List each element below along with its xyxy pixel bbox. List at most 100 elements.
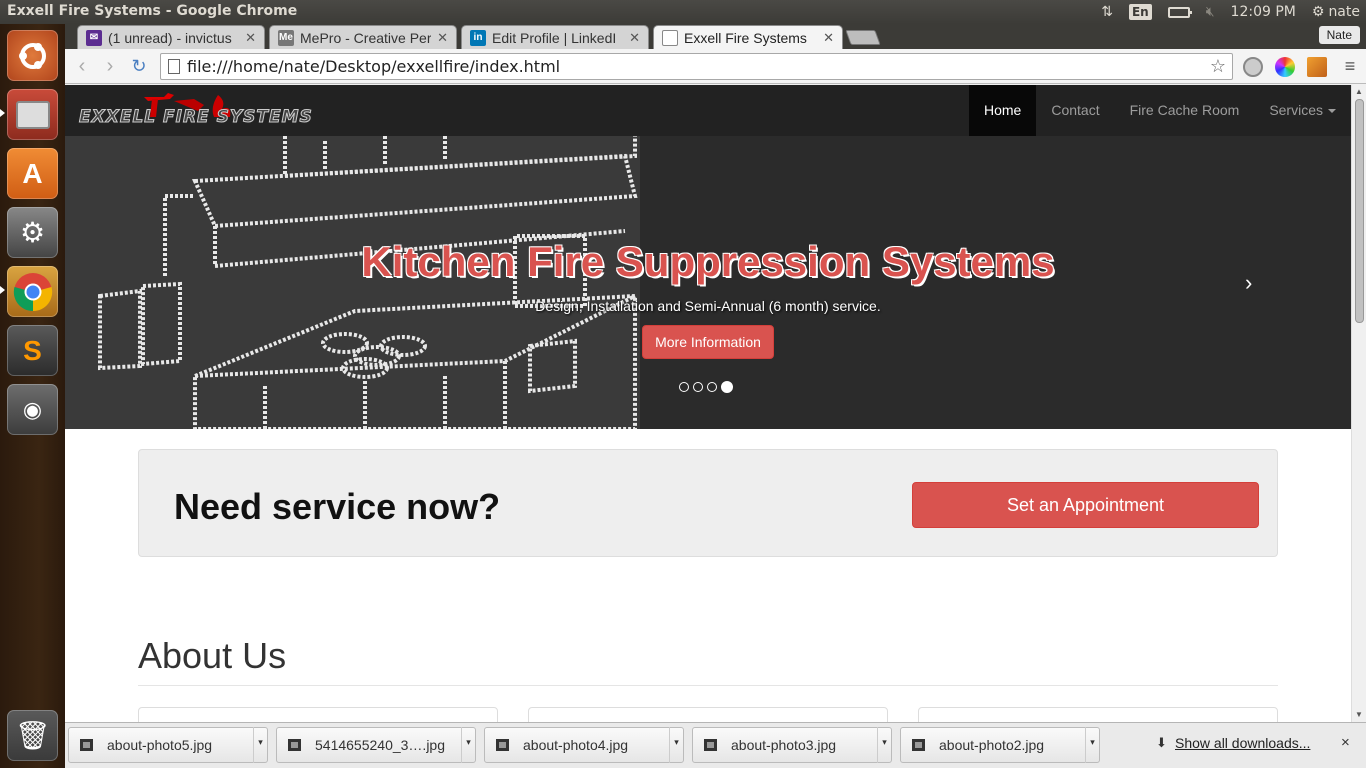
hero-subtitle: Design, Installation and Semi-Annual (6 …: [535, 298, 881, 314]
carousel-indicator[interactable]: [693, 382, 703, 392]
linkedin-icon: in: [470, 29, 486, 46]
running-indicator: [0, 109, 5, 117]
top-panel: Exxell Fire Systems - Google Chrome ⇅ En…: [0, 0, 1366, 24]
image-file-icon: [80, 739, 93, 751]
session-gear-icon[interactable]: ⚙: [1312, 4, 1325, 20]
close-tab-icon[interactable]: ✕: [823, 30, 834, 46]
tab-strip: ✉ (1 unread) - invictus ✕ Me MePro - Cre…: [65, 24, 1366, 49]
download-menu-icon[interactable]: ▾: [669, 727, 683, 763]
back-icon[interactable]: ‹: [71, 55, 93, 77]
about-us-heading: About Us: [138, 635, 287, 676]
scroll-up-icon[interactable]: ▲: [1355, 87, 1363, 96]
site-logo[interactable]: EXXELL FIRE SYSTEMS: [79, 91, 331, 131]
site-nav-links: Home Contact Fire Cache Room Services: [969, 85, 1351, 136]
url-text: file:///home/nate/Desktop/exxellfire/ind…: [187, 57, 561, 76]
about-panel: [528, 707, 888, 722]
files-app-icon[interactable]: [7, 89, 58, 140]
tab-gmail[interactable]: ✉ (1 unread) - invictus ✕: [77, 25, 265, 49]
mail-icon: ✉: [86, 29, 102, 46]
download-menu-icon[interactable]: ▾: [877, 727, 891, 763]
volume-muted-icon[interactable]: 🔇︎: [1206, 4, 1215, 20]
show-all-downloads-link[interactable]: Show all downloads...: [1175, 735, 1310, 751]
set-appointment-button[interactable]: Set an Appointment: [912, 482, 1259, 528]
download-shelf: about-photo5.jpg ▾ 5414655240_3….jpg ▾ a…: [65, 722, 1366, 768]
more-information-button[interactable]: More Information: [642, 325, 774, 359]
carousel-indicator-active[interactable]: [721, 381, 733, 393]
reload-icon[interactable]: ↻: [128, 55, 150, 77]
color-picker-extension-icon[interactable]: [1275, 57, 1295, 77]
network-icon[interactable]: ⇅: [1101, 4, 1113, 20]
nav-home[interactable]: Home: [969, 85, 1037, 136]
download-item[interactable]: about-photo5.jpg ▾: [68, 727, 268, 763]
clock[interactable]: 12:09 PM: [1231, 4, 1296, 20]
address-bar[interactable]: file:///home/nate/Desktop/exxellfire/ind…: [160, 53, 1233, 80]
sublime-text-icon[interactable]: S: [7, 325, 58, 376]
download-item[interactable]: about-photo4.jpg ▾: [484, 727, 684, 763]
ubuntu-dash-icon[interactable]: [7, 30, 58, 81]
download-item[interactable]: 5414655240_3….jpg ▾: [276, 727, 476, 763]
tab-linkedin[interactable]: in Edit Profile | LinkedI ✕: [461, 25, 649, 49]
chrome-app-icon[interactable]: [7, 266, 58, 317]
extension-download-icon[interactable]: [1243, 57, 1263, 77]
mepro-icon: Me: [278, 29, 294, 46]
site-navbar: EXXELL FIRE SYSTEMS Home Contact Fire Ca…: [65, 85, 1351, 136]
user-name[interactable]: nate: [1328, 4, 1360, 20]
software-center-icon[interactable]: A: [7, 148, 58, 199]
caret-down-icon: [1328, 109, 1336, 114]
tab-mepro[interactable]: Me MePro - Creative Per ✕: [269, 25, 457, 49]
bookmark-star-icon[interactable]: ☆: [1210, 54, 1226, 79]
system-tray: ⇅ En 🔇︎ 12:09 PM ⚙ nate: [1093, 0, 1366, 24]
profile-button[interactable]: Nate: [1318, 26, 1360, 44]
unity-launcher: A ⚙ S ◉ 🗑︎: [0, 24, 65, 768]
new-tab-button[interactable]: [845, 30, 881, 45]
download-item[interactable]: about-photo3.jpg ▾: [692, 727, 892, 763]
system-settings-icon[interactable]: ⚙: [7, 207, 58, 258]
carousel-indicators: [679, 381, 733, 393]
divider: [138, 685, 1278, 686]
nav-services-label: Services: [1269, 102, 1323, 118]
carousel-next-icon[interactable]: ›: [1245, 270, 1252, 296]
gimp-icon[interactable]: ◉: [7, 384, 58, 435]
scrollbar-thumb[interactable]: [1355, 99, 1364, 323]
nav-fire-cache-room[interactable]: Fire Cache Room: [1115, 85, 1255, 136]
chrome-menu-icon[interactable]: ≡: [1339, 55, 1361, 77]
close-shelf-icon[interactable]: ×: [1341, 734, 1350, 751]
download-menu-icon[interactable]: ▾: [461, 727, 475, 763]
keyboard-layout-indicator[interactable]: En: [1128, 4, 1152, 20]
about-panel: [138, 707, 498, 722]
logo-text: EXXELL FIRE SYSTEMS: [79, 107, 313, 128]
close-tab-icon[interactable]: ✕: [437, 30, 448, 46]
carousel-indicator[interactable]: [707, 382, 717, 392]
nav-services-dropdown[interactable]: Services: [1254, 85, 1351, 136]
page-info-icon[interactable]: [168, 59, 180, 74]
page-scrollbar[interactable]: ▲ ▼: [1351, 85, 1366, 722]
scroll-down-icon[interactable]: ▼: [1355, 710, 1363, 719]
close-tab-icon[interactable]: ✕: [629, 30, 640, 46]
window-title: Exxell Fire Systems - Google Chrome: [7, 3, 298, 19]
download-arrow-icon: ⬇: [1156, 735, 1167, 750]
browser-window: ✉ (1 unread) - invictus ✕ Me MePro - Cre…: [65, 24, 1366, 768]
tab-exxell-fire[interactable]: Exxell Fire Systems ✕: [653, 25, 843, 49]
forward-icon[interactable]: ›: [99, 55, 121, 77]
nav-contact[interactable]: Contact: [1036, 85, 1114, 136]
download-menu-icon[interactable]: ▾: [1085, 727, 1099, 763]
service-cta-well: Need service now? Set an Appointment: [138, 449, 1278, 557]
hero-title: Kitchen Fire Suppression Systems: [361, 238, 1055, 285]
image-file-icon: [288, 739, 301, 751]
page-icon: [662, 29, 678, 46]
cta-heading: Need service now?: [174, 486, 501, 527]
extension-icon[interactable]: [1307, 57, 1327, 77]
web-page: EXXELL FIRE SYSTEMS Home Contact Fire Ca…: [65, 85, 1351, 722]
battery-icon[interactable]: [1167, 6, 1192, 18]
hero-carousel: Kitchen Fire Suppression Systems Design,…: [65, 136, 1351, 429]
browser-toolbar: ‹ › ↻ file:///home/nate/Desktop/exxellfi…: [65, 49, 1366, 84]
carousel-indicator[interactable]: [679, 382, 689, 392]
running-indicator: [0, 286, 5, 294]
trash-icon[interactable]: 🗑︎: [7, 710, 58, 761]
image-file-icon: [704, 739, 717, 751]
download-menu-icon[interactable]: ▾: [253, 727, 267, 763]
image-file-icon: [912, 739, 925, 751]
about-panel: [918, 707, 1278, 722]
download-item[interactable]: about-photo2.jpg ▾: [900, 727, 1100, 763]
close-tab-icon[interactable]: ✕: [245, 30, 256, 46]
